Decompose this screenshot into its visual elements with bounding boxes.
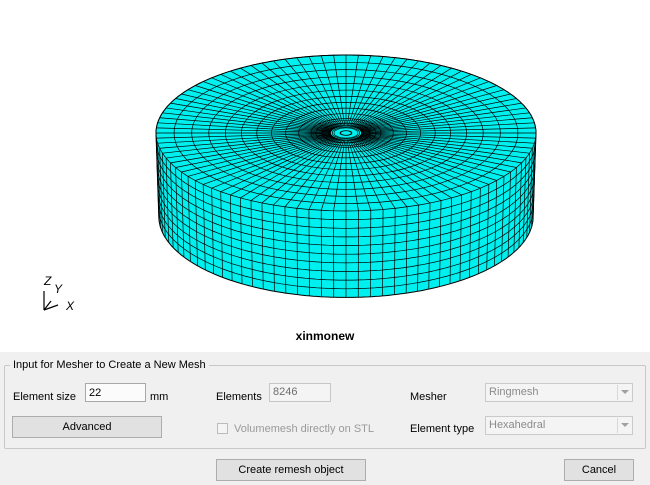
element-size-unit: mm	[150, 391, 169, 403]
mesher-select[interactable]: Ringmesh	[485, 383, 633, 402]
remesh-panel: Input for Mesher to Create a New Mesh El…	[0, 352, 650, 485]
chevron-down-icon	[617, 418, 631, 433]
elements-count-field: 8246	[269, 383, 331, 402]
elements-label: Elements	[216, 391, 262, 403]
element-type-select-value: Hexahedral	[489, 419, 546, 431]
create-remesh-button[interactable]: Create remesh object	[216, 459, 366, 481]
model-viewport[interactable]: xinmonew Z Y X	[0, 0, 650, 352]
advanced-button[interactable]: Advanced	[12, 416, 162, 438]
axis-z-label: Z	[44, 274, 52, 288]
element-size-label: Element size	[13, 391, 76, 403]
element-type-label: Element type	[410, 423, 475, 435]
cancel-button[interactable]: Cancel	[564, 459, 634, 481]
volumemesh-label: Volumemesh directly on STL	[234, 423, 375, 435]
mesh-model[interactable]	[0, 0, 650, 352]
element-size-input[interactable]	[85, 383, 146, 402]
axis-triad-icon	[43, 291, 59, 311]
model-name-label: xinmonew	[295, 329, 355, 343]
group-title: Input for Mesher to Create a New Mesh	[10, 359, 209, 371]
mesher-label: Mesher	[410, 391, 447, 403]
mesher-select-value: Ringmesh	[489, 386, 539, 398]
chevron-down-icon	[617, 385, 631, 400]
volumemesh-checkbox[interactable]	[217, 423, 228, 434]
element-type-select[interactable]: Hexahedral	[485, 416, 633, 435]
